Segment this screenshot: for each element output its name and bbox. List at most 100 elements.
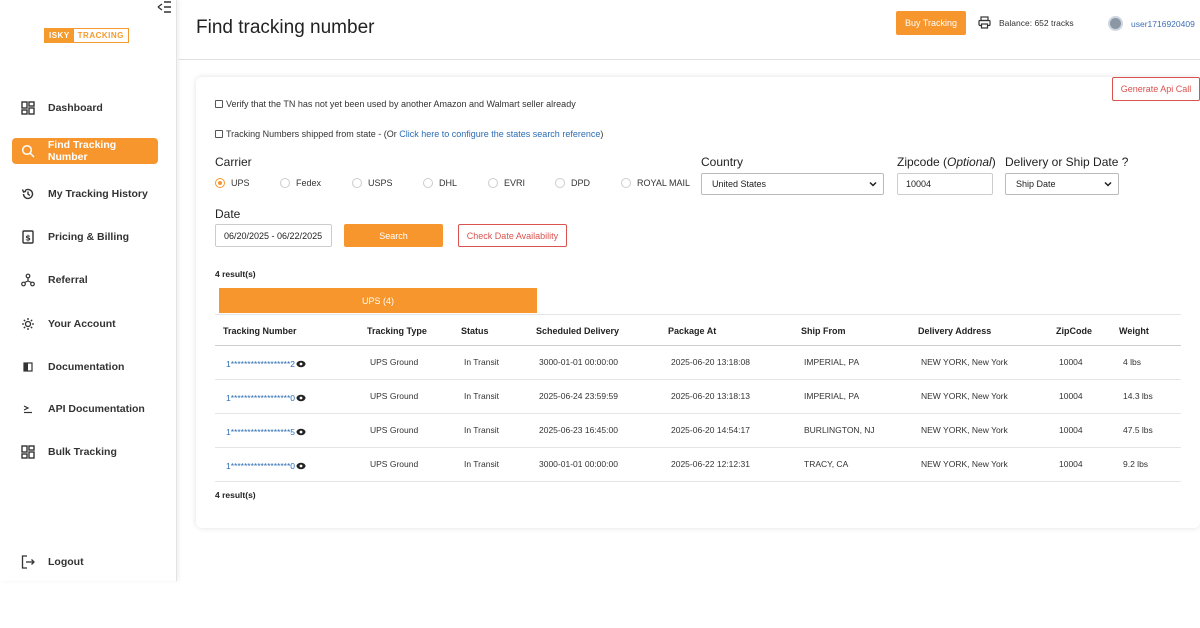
sidebar-item-my-tracking-history[interactable]: My Tracking History	[12, 181, 158, 207]
configure-states-link[interactable]: Click here to configure the states searc…	[399, 129, 600, 139]
sidebar-item-label: My Tracking History	[48, 188, 148, 200]
country-select[interactable]: United States	[701, 173, 884, 195]
ship-from-cell: IMPERIAL, PA	[804, 391, 860, 401]
sidebar-item-your-account[interactable]: Your Account	[12, 311, 158, 337]
carrier-radio-evri[interactable]: EVRI	[488, 178, 525, 188]
verify-tn-label: Verify that the TN has not yet been used…	[226, 99, 576, 109]
sidebar-item-bulk-tracking[interactable]: Bulk Tracking	[12, 439, 158, 465]
date-type-select[interactable]: Ship Date	[1005, 173, 1119, 195]
avatar	[1108, 16, 1123, 31]
weight-cell: 14.3 lbs	[1123, 391, 1153, 401]
ship-from-cell: IMPERIAL, PA	[804, 357, 860, 367]
verify-tn-checkbox-row[interactable]: Verify that the TN has not yet been used…	[215, 99, 576, 109]
sidebar-item-find-tracking-number[interactable]: Find Tracking Number	[12, 138, 158, 164]
eye-icon	[296, 360, 306, 368]
radio-dot[interactable]	[423, 178, 433, 188]
scheduled-delivery-cell: 3000-01-01 00:00:00	[539, 357, 618, 367]
date-range-input[interactable]: 06/20/2025 - 06/22/2025	[215, 224, 332, 247]
logo[interactable]: ISKY TRACKING	[44, 28, 129, 43]
sidebar-item-referral[interactable]: Referral	[12, 267, 158, 293]
package-at-cell: 2025-06-20 14:54:17	[671, 425, 750, 435]
eye-icon	[296, 462, 306, 470]
tracking-number-cell[interactable]: 1******************0	[226, 393, 306, 403]
column-header: Tracking Number	[223, 326, 297, 336]
tracking-number-cell[interactable]: 1******************2	[226, 359, 306, 369]
eye-icon	[296, 394, 306, 402]
weight-cell: 9.2 lbs	[1123, 459, 1149, 469]
radio-dot[interactable]	[352, 178, 362, 188]
sidebar-item-label: Documentation	[48, 361, 125, 373]
logout-icon	[20, 554, 36, 570]
zipcode-cell: 10004	[1059, 357, 1083, 367]
radio-dot[interactable]	[621, 178, 631, 188]
column-header: ZipCode	[1056, 326, 1092, 336]
package-at-cell: 2025-06-22 12:12:31	[671, 459, 750, 469]
carrier-option-label: USPS	[368, 178, 393, 188]
zipcode-cell: 10004	[1059, 425, 1083, 435]
collapse-menu-icon[interactable]	[157, 0, 172, 18]
sidebar-item-dashboard[interactable]: Dashboard	[12, 95, 158, 121]
carrier-radio-dpd[interactable]: DPD	[555, 178, 590, 188]
logo-part2: TRACKING	[77, 31, 124, 40]
table-row: 1******************0 UPS Ground In Trans…	[215, 448, 1181, 482]
sidebar-item-label: Pricing & Billing	[48, 231, 130, 243]
tracking-number-cell[interactable]: 1******************0	[226, 461, 306, 471]
radio-dot[interactable]	[488, 178, 498, 188]
chevron-down-icon	[868, 179, 878, 189]
tracking-number-cell[interactable]: 1******************5	[226, 427, 306, 437]
results-table: Tracking Number Tracking Type Status Sch…	[215, 314, 1181, 482]
referral-icon	[20, 272, 36, 288]
ship-from-cell: BURLINGTON, NJ	[804, 425, 875, 435]
carrier-radio-royal-mail[interactable]: ROYAL MAIL	[621, 178, 690, 188]
status-cell: In Transit	[464, 459, 499, 469]
svg-text:$: $	[25, 234, 31, 243]
carrier-radio-dhl[interactable]: DHL	[423, 178, 457, 188]
sidebar-item-documentation[interactable]: Documentation	[12, 354, 158, 380]
date-label: Date	[215, 207, 241, 221]
balance-text: Balance: 652 tracks	[999, 17, 1074, 28]
state-label-suffix: )	[600, 129, 604, 139]
radio-dot[interactable]	[215, 178, 225, 188]
buy-tracking-button[interactable]: Buy Tracking	[896, 11, 966, 35]
search-button[interactable]: Search	[344, 224, 443, 247]
status-cell: In Transit	[464, 357, 499, 367]
status-cell: In Transit	[464, 391, 499, 401]
carrier-radio-ups[interactable]: UPS	[215, 178, 250, 188]
zipcode-input[interactable]: 10004	[897, 173, 993, 195]
column-header: Tracking Type	[367, 326, 427, 336]
dashboard-icon	[20, 100, 36, 116]
eye-icon	[296, 428, 306, 436]
state-checkbox[interactable]	[215, 130, 223, 138]
state-checkbox-row[interactable]: Tracking Numbers shipped from state - (O…	[215, 129, 603, 139]
column-header: Delivery Address	[918, 326, 992, 336]
sidebar-item-label: API Documentation	[48, 403, 145, 415]
check-date-availability-button[interactable]: Check Date Availability	[458, 224, 567, 247]
results-count-bottom: 4 result(s)	[215, 490, 256, 500]
column-header: Status	[461, 326, 489, 336]
verify-tn-checkbox[interactable]	[215, 100, 223, 108]
tracking-type-cell: UPS Ground	[370, 391, 419, 401]
api-icon	[20, 401, 36, 417]
balance-display: Balance: 652 tracks	[978, 16, 1074, 29]
zipcode-cell: 10004	[1059, 391, 1083, 401]
tracking-type-cell: UPS Ground	[370, 425, 419, 435]
state-label-prefix: Tracking Numbers shipped from state - (O…	[226, 129, 400, 139]
billing-icon: $	[20, 229, 36, 245]
delivery-address-cell: NEW YORK, New York	[921, 391, 1008, 401]
logout-label: Logout	[48, 556, 84, 568]
radio-dot[interactable]	[280, 178, 290, 188]
generate-api-call-button[interactable]: Generate Api Call	[1112, 77, 1200, 101]
status-cell: In Transit	[464, 425, 499, 435]
radio-dot[interactable]	[555, 178, 565, 188]
carrier-option-label: DPD	[571, 178, 591, 188]
user-menu[interactable]: user1716920409	[1108, 16, 1195, 31]
carrier-radio-usps[interactable]: USPS	[352, 178, 393, 188]
carrier-radio-fedex[interactable]: Fedex	[280, 178, 321, 188]
scheduled-delivery-cell: 2025-06-23 16:45:00	[539, 425, 618, 435]
logout-button[interactable]: Logout	[12, 549, 158, 575]
sidebar-item-pricing-billing[interactable]: $ Pricing & Billing	[12, 224, 158, 250]
sidebar-item-label: Find Tracking Number	[47, 139, 117, 163]
sidebar-item-api-documentation[interactable]: API Documentation	[12, 396, 158, 422]
tab-ups[interactable]: UPS (4)	[219, 288, 537, 313]
history-icon	[20, 186, 36, 202]
